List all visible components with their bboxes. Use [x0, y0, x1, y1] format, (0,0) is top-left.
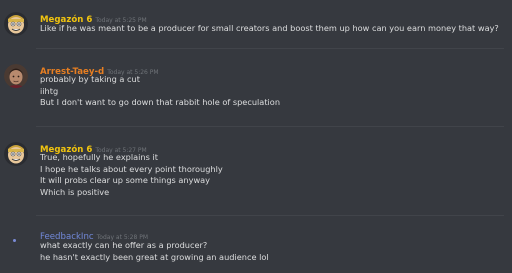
message-line: I hope he talks about every point thorou…	[40, 163, 223, 174]
message-line: True, hopefully he explains it	[40, 152, 158, 162]
chat-messages: Megazón 6 Today at 5:25 PM Like if he was…	[0, 0, 512, 273]
message-content: probably by taking a cut iihtg But I don…	[40, 74, 280, 109]
message-line: Which is positive	[40, 186, 110, 197]
message-divider	[36, 215, 504, 216]
message-divider	[36, 48, 504, 49]
message-line: he hasn't exactly been great at growing …	[40, 251, 269, 262]
message-line: But I don't want to go down that rabbit …	[40, 97, 281, 107]
cartoon-face-avatar[interactable]	[4, 12, 28, 36]
dot-avatar[interactable]	[13, 239, 16, 242]
message-line: what exactly can he offer as a producer?	[40, 240, 208, 250]
message-line: Like if he was meant to be a producer fo…	[40, 23, 499, 33]
message-content: True, hopefully he explains it I hope he…	[40, 152, 223, 198]
cartoon-face-avatar[interactable]	[4, 142, 28, 166]
message-line: iihtg	[40, 85, 59, 96]
message-content: what exactly can he offer as a producer?…	[40, 240, 269, 263]
message-divider	[36, 126, 504, 127]
message-line: probably by taking a cut	[40, 74, 140, 84]
message-content: Like if he was meant to be a producer fo…	[40, 23, 499, 35]
message-line: It will probs clear up some things anywa…	[40, 175, 211, 185]
portrait-avatar[interactable]	[4, 64, 28, 88]
